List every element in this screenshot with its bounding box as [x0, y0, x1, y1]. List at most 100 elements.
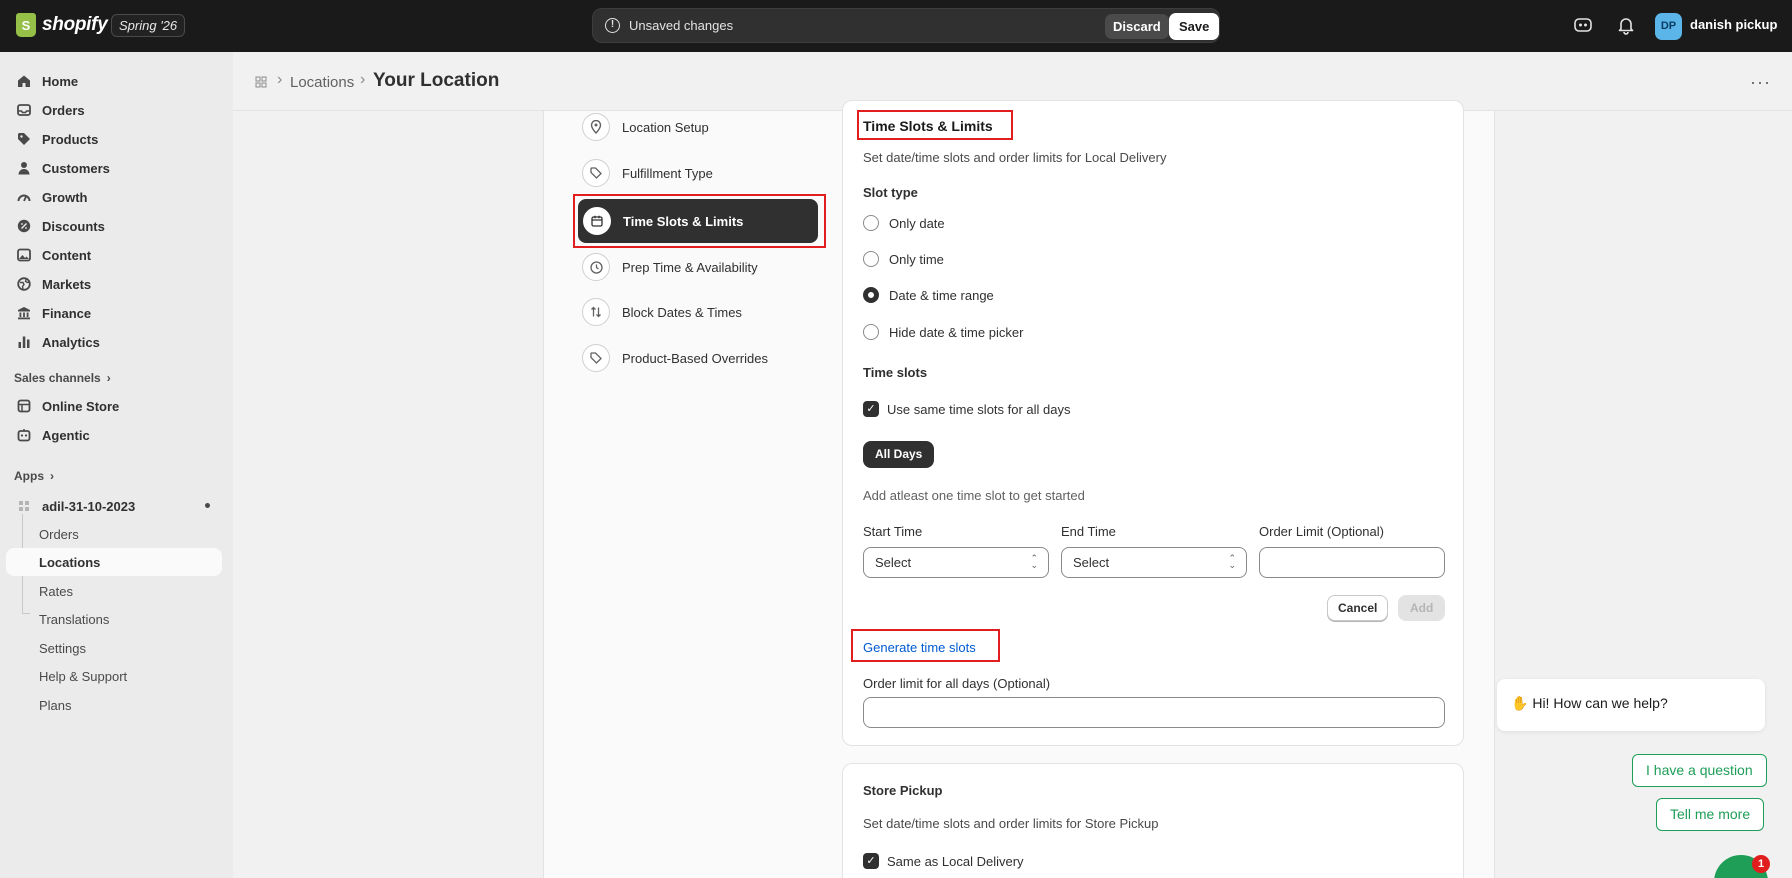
sidebar-item-label: Online Store [42, 398, 120, 414]
app-grid-icon[interactable] [255, 76, 267, 88]
step-location-setup[interactable]: Location Setup [582, 109, 822, 145]
edition-badge[interactable]: Spring '26 [111, 14, 186, 37]
sidebar-item-discounts[interactable]: Discounts [6, 212, 222, 240]
radio-button[interactable] [863, 251, 879, 267]
bar-chart-icon [16, 335, 31, 350]
checkbox-label: Use same time slots for all days [887, 401, 1071, 417]
sidebar-item-markets[interactable]: Markets [6, 270, 222, 298]
chevron-right-icon: › [50, 469, 54, 483]
sidebar-item-content[interactable]: Content [6, 241, 222, 269]
store-name[interactable]: danish pickup [1690, 17, 1777, 32]
bank-icon [16, 306, 31, 321]
shopify-logo[interactable]: S shopify [16, 13, 108, 37]
tab-all-days[interactable]: All Days [863, 441, 935, 468]
chat-greeting-text: Hi! How can we help? [1532, 695, 1668, 711]
radio-only-time[interactable]: Only time [863, 251, 944, 267]
sidebar-sub-settings[interactable]: Settings [6, 634, 222, 662]
time-slots-label: Time slots [863, 365, 928, 380]
add-slot-button[interactable]: Add [1398, 595, 1446, 621]
sidebar-item-home[interactable]: Home [6, 67, 222, 95]
pin-dot-icon[interactable] [205, 503, 210, 508]
sidekick-icon[interactable] [1573, 15, 1595, 37]
apps-header[interactable]: Apps › [14, 469, 54, 483]
image-icon [16, 248, 31, 263]
bell-icon[interactable] [1616, 15, 1638, 37]
sidebar-item-products[interactable]: Products [6, 125, 222, 153]
sidebar-item-label: Markets [42, 276, 92, 292]
sidebar-item-agentic[interactable]: Agentic [6, 421, 222, 449]
checkbox-checked[interactable]: ✓ [863, 401, 879, 417]
map-pin-icon [582, 113, 610, 141]
shopify-bag-icon: S [16, 13, 36, 37]
more-actions-icon[interactable]: ··· [1750, 72, 1771, 93]
sidebar-item-label: Content [42, 247, 92, 263]
radio-label: Only time [889, 251, 944, 267]
page-title: Your Location [373, 70, 500, 91]
sidebar-item-label: Products [42, 131, 99, 147]
sidebar-sub-rates[interactable]: Rates [6, 577, 222, 605]
sidebar-item-app[interactable]: adil-31-10-2023 [6, 492, 222, 520]
step-prep-time[interactable]: Prep Time & Availability [582, 249, 822, 285]
sidebar-item-analytics[interactable]: Analytics [6, 328, 222, 356]
step-label: Block Dates & Times [622, 304, 742, 320]
unsaved-changes-text: Unsaved changes [629, 18, 734, 33]
generate-time-slots-link[interactable]: Generate time slots [863, 640, 976, 655]
order-limit-input[interactable] [1259, 547, 1445, 578]
order-limit-all-input[interactable] [863, 697, 1445, 728]
tag-icon [582, 159, 610, 187]
checkbox-checked[interactable]: ✓ [863, 853, 879, 869]
select-value: Select [1073, 555, 1110, 570]
globe-icon [16, 277, 31, 292]
same-slots-checkbox-row[interactable]: ✓ Use same time slots for all days [863, 401, 1071, 417]
breadcrumb-locations[interactable]: Locations [290, 74, 354, 91]
store-pickup-title: Store Pickup [863, 783, 943, 798]
sidebar-item-label: Analytics [42, 334, 100, 350]
chat-unread-badge: 1 [1752, 855, 1770, 873]
select-value: Select [875, 555, 912, 570]
slot-type-label: Slot type [863, 185, 918, 200]
step-label: Fulfillment Type [622, 165, 713, 181]
breadcrumb-separator: › [277, 71, 283, 88]
radio-button[interactable] [863, 215, 879, 231]
sidebar-sub-plans[interactable]: Plans [6, 691, 222, 719]
start-time-select[interactable]: Select ⌃ ⌄ [863, 547, 1049, 578]
select-arrows-icon: ⌃ ⌄ [1228, 553, 1236, 570]
step-fulfillment-type[interactable]: Fulfillment Type [582, 155, 822, 191]
radio-label: Hide date & time picker [889, 324, 1024, 340]
save-button[interactable]: Save [1169, 13, 1220, 40]
avatar[interactable]: DP [1655, 13, 1682, 40]
same-as-delivery-checkbox-row[interactable]: ✓ Same as Local Delivery [863, 853, 1024, 869]
chat-option-question[interactable]: I have a question [1632, 754, 1767, 787]
sidebar-sub-translations[interactable]: Translations [6, 605, 222, 633]
order-limit-label: Order Limit (Optional) [1259, 524, 1384, 539]
sidebar-item-growth[interactable]: Growth [6, 183, 222, 211]
radio-button-selected[interactable] [863, 287, 879, 303]
cancel-button[interactable]: Cancel [1327, 595, 1389, 621]
store-pickup-description: Set date/time slots and order limits for… [863, 816, 1159, 831]
step-block-dates[interactable]: Block Dates & Times [582, 294, 822, 330]
chat-option-tell-more[interactable]: Tell me more [1656, 798, 1765, 831]
gauge-icon [16, 190, 31, 205]
sales-channels-header[interactable]: Sales channels › [14, 371, 111, 385]
discard-button[interactable]: Discard [1105, 14, 1169, 39]
step-product-overrides[interactable]: Product-Based Overrides [582, 340, 822, 376]
sidebar-item-finance[interactable]: Finance [6, 299, 222, 327]
radio-label: Only date [889, 215, 945, 231]
step-label: Location Setup [622, 119, 709, 135]
step-time-slots-limits[interactable]: Time Slots & Limits [578, 199, 818, 243]
radio-hide-picker[interactable]: Hide date & time picker [863, 324, 1023, 340]
sidebar-sub-locations[interactable]: Locations [6, 548, 222, 576]
tag-icon [16, 132, 31, 147]
end-time-select[interactable]: Select ⌃ ⌄ [1061, 547, 1247, 578]
sidebar-item-customers[interactable]: Customers [6, 154, 222, 182]
home-icon [16, 74, 31, 89]
waving-hand-icon: ✋ [1511, 695, 1529, 711]
radio-date-time-range[interactable]: Date & time range [863, 287, 994, 303]
radio-only-date[interactable]: Only date [863, 215, 945, 231]
sidebar-item-online-store[interactable]: Online Store [6, 392, 222, 420]
radio-button[interactable] [863, 324, 879, 340]
sidebar-sub-help-support[interactable]: Help & Support [6, 662, 222, 690]
sidebar-sub-orders[interactable]: Orders [6, 520, 222, 548]
alert-circle-icon: ! [605, 18, 620, 33]
sidebar-item-orders[interactable]: Orders [6, 96, 222, 124]
